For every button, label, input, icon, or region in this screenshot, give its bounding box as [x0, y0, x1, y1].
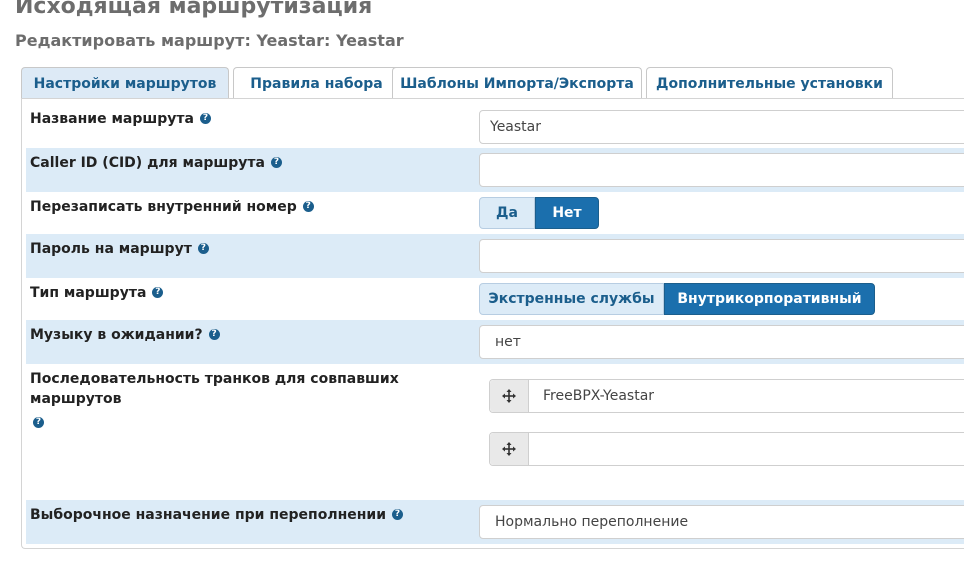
tab-import-export[interactable]: Шаблоны Импорта/Экспорта — [392, 67, 642, 99]
route-name-label-text: Название маршрута — [30, 111, 194, 127]
override-extension-label: Перезаписать внутренний номер? — [30, 197, 314, 217]
route-name-label: Название маршрута? — [30, 109, 211, 129]
tab-additional-settings[interactable]: Дополнительные установки — [646, 67, 893, 99]
route-type-row: Тип маршрута? Экстренные службы Внутрико… — [26, 278, 964, 320]
tab-dial-patterns[interactable]: Правила набора — [233, 67, 400, 99]
route-password-input[interactable] — [479, 239, 964, 273]
route-cid-row: Caller ID (CID) для маршрута? — [26, 148, 964, 192]
help-icon[interactable]: ? — [199, 112, 211, 124]
trunk-sequence-label-line1: Последовательность транков для совпавших — [30, 371, 399, 387]
override-extension-label-text: Перезаписать внутренний номер — [30, 199, 297, 215]
music-on-hold-row: Музыку в ожидании?? нет — [26, 320, 964, 364]
help-icon[interactable]: ? — [302, 200, 314, 212]
overflow-destination-label-text: Выборочное назначение при переполнении — [30, 507, 387, 523]
move-arrows-icon[interactable] — [490, 433, 529, 465]
trunk-name: FreeBPX-Yeastar — [543, 388, 655, 404]
route-cid-input[interactable] — [479, 153, 964, 187]
help-icon[interactable]: ? — [152, 286, 164, 298]
route-type-label: Тип маршрута? — [30, 283, 164, 303]
page-subtitle: Редактировать маршрут: Yeastar: Yeastar — [15, 31, 404, 50]
route-type-emergency-button[interactable]: Экстренные службы — [479, 283, 664, 315]
route-cid-label: Caller ID (CID) для маршрута? — [30, 153, 282, 173]
trunk-sequence-label-line2: маршрутов — [30, 391, 122, 407]
route-password-label-text: Пароль на маршрут — [30, 241, 192, 257]
page-title: Исходящая маршрутизация — [15, 0, 373, 19]
override-no-button[interactable]: Нет — [535, 197, 599, 229]
route-cid-label-text: Caller ID (CID) для маршрута — [30, 155, 265, 171]
override-extension-toggle: Да Нет — [479, 197, 599, 229]
music-on-hold-label: Музыку в ожидании?? — [30, 325, 220, 345]
route-password-label: Пароль на маршрут? — [30, 239, 209, 259]
help-icon[interactable]: ? — [197, 242, 209, 254]
trunk-select-1[interactable]: FreeBPX-Yeastar — [489, 379, 964, 413]
route-type-label-text: Тип маршрута — [30, 285, 147, 301]
trunk-select-2[interactable] — [489, 432, 964, 466]
override-yes-button[interactable]: Да — [479, 197, 535, 229]
trunk-sequence-row: Последовательность транков для совпавших… — [26, 364, 964, 500]
help-icon[interactable]: ? — [33, 416, 44, 428]
tab-route-settings[interactable]: Настройки маршрутов — [21, 67, 229, 99]
help-icon[interactable]: ? — [271, 156, 282, 168]
route-type-toggle: Экстренные службы Внутрикорпоративный — [479, 283, 875, 315]
music-on-hold-select[interactable]: нет — [479, 325, 964, 359]
override-extension-row: Перезаписать внутренний номер? Да Нет — [26, 192, 964, 234]
overflow-destination-select[interactable]: Нормально переполнение — [479, 505, 964, 539]
trunk-name — [529, 433, 543, 465]
move-arrows-icon[interactable] — [490, 380, 529, 412]
route-type-intracompany-button[interactable]: Внутрикорпоративный — [664, 283, 875, 315]
overflow-destination-row: Выборочное назначение при переполнении? … — [26, 500, 964, 544]
overflow-destination-label: Выборочное назначение при переполнении? — [30, 505, 404, 525]
route-name-input[interactable]: Yeastar — [479, 110, 964, 144]
help-icon[interactable]: ? — [392, 508, 404, 520]
route-name-row: Название маршрута? Yeastar — [26, 104, 964, 148]
route-password-row: Пароль на маршрут? — [26, 234, 964, 278]
music-on-hold-label-text: Музыку в ожидании? — [30, 327, 203, 343]
help-icon[interactable]: ? — [208, 328, 220, 340]
trunk-sequence-label: Последовательность транков для совпавших… — [30, 369, 399, 433]
